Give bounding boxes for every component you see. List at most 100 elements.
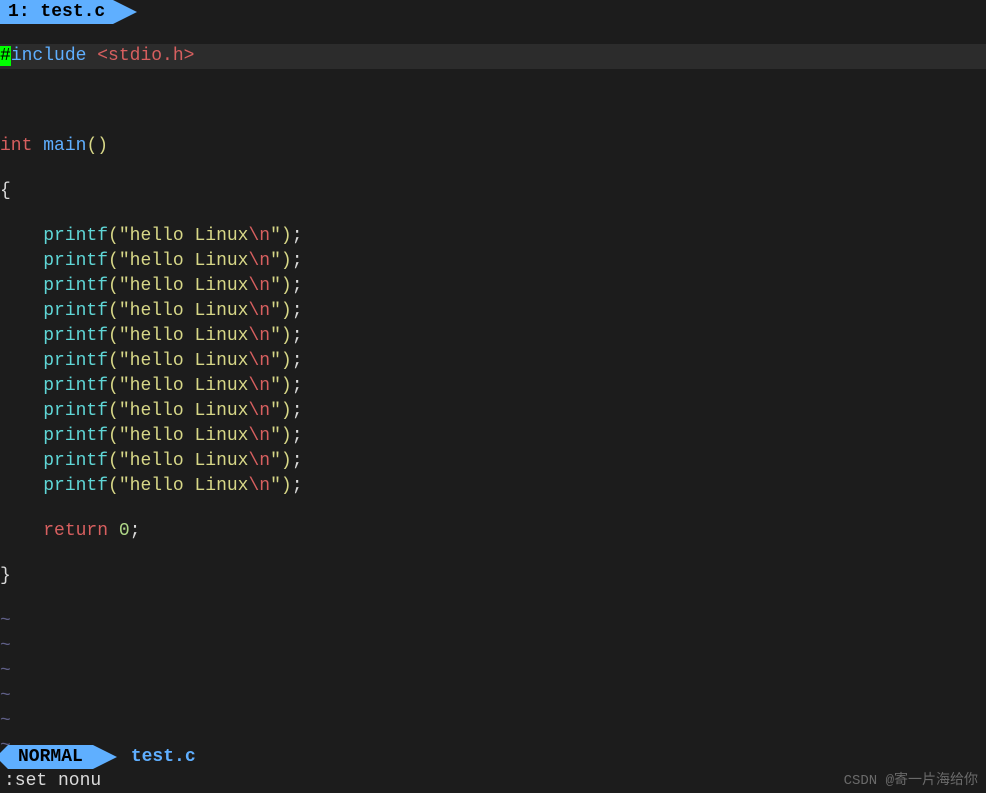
code-line-brace-open: {: [0, 179, 986, 204]
string-close-quote: ": [270, 351, 281, 371]
string-open-quote: ": [119, 426, 130, 446]
code-line-printf: printf("hello Linux\n");: [0, 424, 986, 449]
string-text: hello Linux: [130, 351, 249, 371]
paren-close: ): [281, 426, 292, 446]
string-close-quote: ": [270, 376, 281, 396]
string-open-quote: ": [119, 451, 130, 471]
editor-area[interactable]: #include <stdio.h> int main() { printf("…: [0, 24, 986, 745]
include-header: <stdio.h>: [97, 46, 194, 66]
printf-func: printf: [43, 326, 108, 346]
status-filename: test.c: [131, 747, 196, 767]
paren-open: (: [108, 351, 119, 371]
string-text: hello Linux: [130, 326, 249, 346]
paren-open: (: [108, 226, 119, 246]
semicolon: ;: [292, 276, 303, 296]
mode-text: NORMAL: [18, 747, 83, 767]
code-line-printf: printf("hello Linux\n");: [0, 349, 986, 374]
paren-open: (: [86, 136, 97, 156]
string-close-quote: ": [270, 326, 281, 346]
paren-close: ): [281, 301, 292, 321]
tab-number: 1: [8, 2, 19, 22]
printf-func: printf: [43, 251, 108, 271]
command-line[interactable]: :set nonu CSDN @寄一片海给你: [0, 769, 986, 793]
code-line-blank: [0, 89, 986, 114]
code-line-include: #include <stdio.h>: [0, 44, 986, 69]
paren-open: (: [108, 326, 119, 346]
string-open-quote: ": [119, 401, 130, 421]
printf-func: printf: [43, 476, 108, 496]
string-open-quote: ": [119, 351, 130, 371]
brace-open: {: [0, 181, 11, 201]
paren-close: ): [281, 376, 292, 396]
string-open-quote: ": [119, 326, 130, 346]
paren-close: ): [281, 251, 292, 271]
escape-seq: \n: [248, 401, 270, 421]
return-semi: ;: [130, 521, 141, 541]
string-close-quote: ": [270, 401, 281, 421]
code-line-main-decl: int main(): [0, 134, 986, 159]
semicolon: ;: [292, 401, 303, 421]
tab-bar: 1: test.c: [0, 0, 986, 24]
paren-close: ): [281, 226, 292, 246]
empty-line-tilde: ~: [0, 734, 986, 745]
string-text: hello Linux: [130, 226, 249, 246]
escape-seq: \n: [248, 351, 270, 371]
mode-badge: NORMAL: [8, 745, 93, 769]
brace-close: }: [0, 566, 11, 586]
escape-seq: \n: [248, 251, 270, 271]
string-open-quote: ": [119, 476, 130, 496]
paren-close: ): [281, 476, 292, 496]
paren-close: ): [281, 351, 292, 371]
string-close-quote: ": [270, 426, 281, 446]
string-close-quote: ": [270, 451, 281, 471]
empty-line-tilde: ~: [0, 709, 986, 734]
printf-func: printf: [43, 226, 108, 246]
paren-close: ): [281, 401, 292, 421]
semicolon: ;: [292, 376, 303, 396]
empty-line-tilde: ~: [0, 684, 986, 709]
semicolon: ;: [292, 226, 303, 246]
code-line-return: return 0;: [0, 519, 986, 544]
escape-seq: \n: [248, 476, 270, 496]
string-open-quote: ": [119, 276, 130, 296]
paren-open: (: [108, 376, 119, 396]
escape-seq: \n: [248, 326, 270, 346]
paren-close: ): [281, 326, 292, 346]
semicolon: ;: [292, 301, 303, 321]
code-line-printf: printf("hello Linux\n");: [0, 374, 986, 399]
code-line-brace-close: }: [0, 564, 986, 589]
code-line-printf: printf("hello Linux\n");: [0, 449, 986, 474]
string-text: hello Linux: [130, 276, 249, 296]
paren-open: (: [108, 476, 119, 496]
string-open-quote: ": [119, 251, 130, 271]
printf-func: printf: [43, 276, 108, 296]
code-line-printf: printf("hello Linux\n");: [0, 474, 986, 499]
watermark: CSDN @寄一片海给你: [844, 769, 986, 793]
paren-close: ): [281, 451, 292, 471]
return-keyword: return: [43, 521, 108, 541]
paren-open: (: [108, 276, 119, 296]
string-close-quote: ": [270, 226, 281, 246]
printf-func: printf: [43, 401, 108, 421]
empty-line-tilde: ~: [0, 609, 986, 634]
cursor: #: [0, 46, 11, 66]
printf-func: printf: [43, 351, 108, 371]
string-close-quote: ": [270, 276, 281, 296]
semicolon: ;: [292, 451, 303, 471]
code-line-printf: printf("hello Linux\n");: [0, 399, 986, 424]
paren-open: (: [108, 301, 119, 321]
string-close-quote: ": [270, 301, 281, 321]
string-text: hello Linux: [130, 376, 249, 396]
string-text: hello Linux: [130, 401, 249, 421]
escape-seq: \n: [248, 276, 270, 296]
string-open-quote: ": [119, 376, 130, 396]
semicolon: ;: [292, 476, 303, 496]
escape-seq: \n: [248, 426, 270, 446]
tab-current[interactable]: 1: test.c: [0, 0, 113, 24]
int-keyword: int: [0, 136, 32, 156]
semicolon: ;: [292, 251, 303, 271]
code-line-printf: printf("hello Linux\n");: [0, 324, 986, 349]
string-text: hello Linux: [130, 476, 249, 496]
printf-func: printf: [43, 426, 108, 446]
main-func: main: [43, 136, 86, 156]
